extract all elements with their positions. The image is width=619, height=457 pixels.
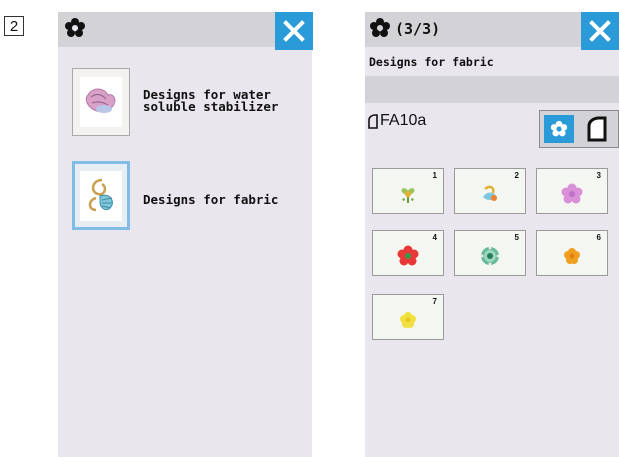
view-toggle-group	[539, 110, 619, 148]
title-bar	[58, 12, 312, 47]
flower-icon	[65, 18, 85, 37]
design-tile-1[interactable]: 1	[372, 168, 444, 214]
heart-flower-icon	[401, 188, 415, 203]
close-icon	[283, 20, 305, 42]
pink-flower-icon	[561, 183, 583, 204]
step-number: 2	[4, 16, 24, 36]
tile-number: 7	[432, 297, 437, 306]
design-tile-2[interactable]: 2	[454, 168, 526, 214]
tile-number: 6	[596, 233, 601, 242]
hoop-folder-label: FA10a	[367, 112, 426, 130]
butterfly-swirl-thumbnail	[80, 170, 122, 221]
tile-number: 3	[596, 171, 601, 180]
close-button[interactable]	[581, 12, 619, 50]
hoop-icon	[368, 113, 378, 129]
tile-number: 2	[514, 171, 519, 180]
design-tile-6[interactable]: 6	[536, 230, 608, 276]
flower-icon	[370, 18, 390, 37]
tile-number: 1	[432, 171, 437, 180]
yellow-flower-icon	[400, 312, 416, 328]
tile-number: 5	[514, 233, 519, 242]
bird-ribbon-icon	[483, 185, 497, 201]
red-flower-icon	[397, 245, 419, 266]
close-button[interactable]	[275, 12, 313, 50]
folder-name: FA10a	[380, 112, 427, 129]
flower-icon	[550, 120, 568, 137]
water-soluble-designs-label: Designs for water soluble stabilizer	[143, 87, 279, 114]
orange-flower-icon	[564, 248, 580, 264]
hoop-view-toggle[interactable]	[580, 114, 614, 144]
category-subtitle: Designs for fabric	[369, 55, 494, 69]
water-soluble-designs-button[interactable]	[72, 68, 130, 136]
flower-view-toggle[interactable]	[544, 115, 574, 143]
fabric-designs-label: Designs for fabric	[143, 192, 279, 207]
design-tile-7[interactable]: 7	[372, 294, 444, 340]
design-category-screen: Designs for water soluble stabilizer Des…	[58, 12, 313, 457]
hoop-icon	[587, 116, 607, 142]
design-tile-4[interactable]: 4	[372, 230, 444, 276]
butterfly-lace-thumbnail	[80, 77, 122, 127]
green-rosette-icon	[480, 246, 500, 266]
close-icon	[589, 20, 611, 42]
design-tile-3[interactable]: 3	[536, 168, 608, 214]
fabric-designs-button[interactable]	[72, 161, 130, 230]
tile-number: 4	[432, 233, 437, 242]
page-indicator: (3/3)	[395, 20, 441, 38]
design-selection-screen: (3/3) Designs for fabric FA10a 1 2 3 4 5…	[365, 12, 619, 457]
design-tile-5[interactable]: 5	[454, 230, 526, 276]
info-band	[365, 76, 619, 103]
